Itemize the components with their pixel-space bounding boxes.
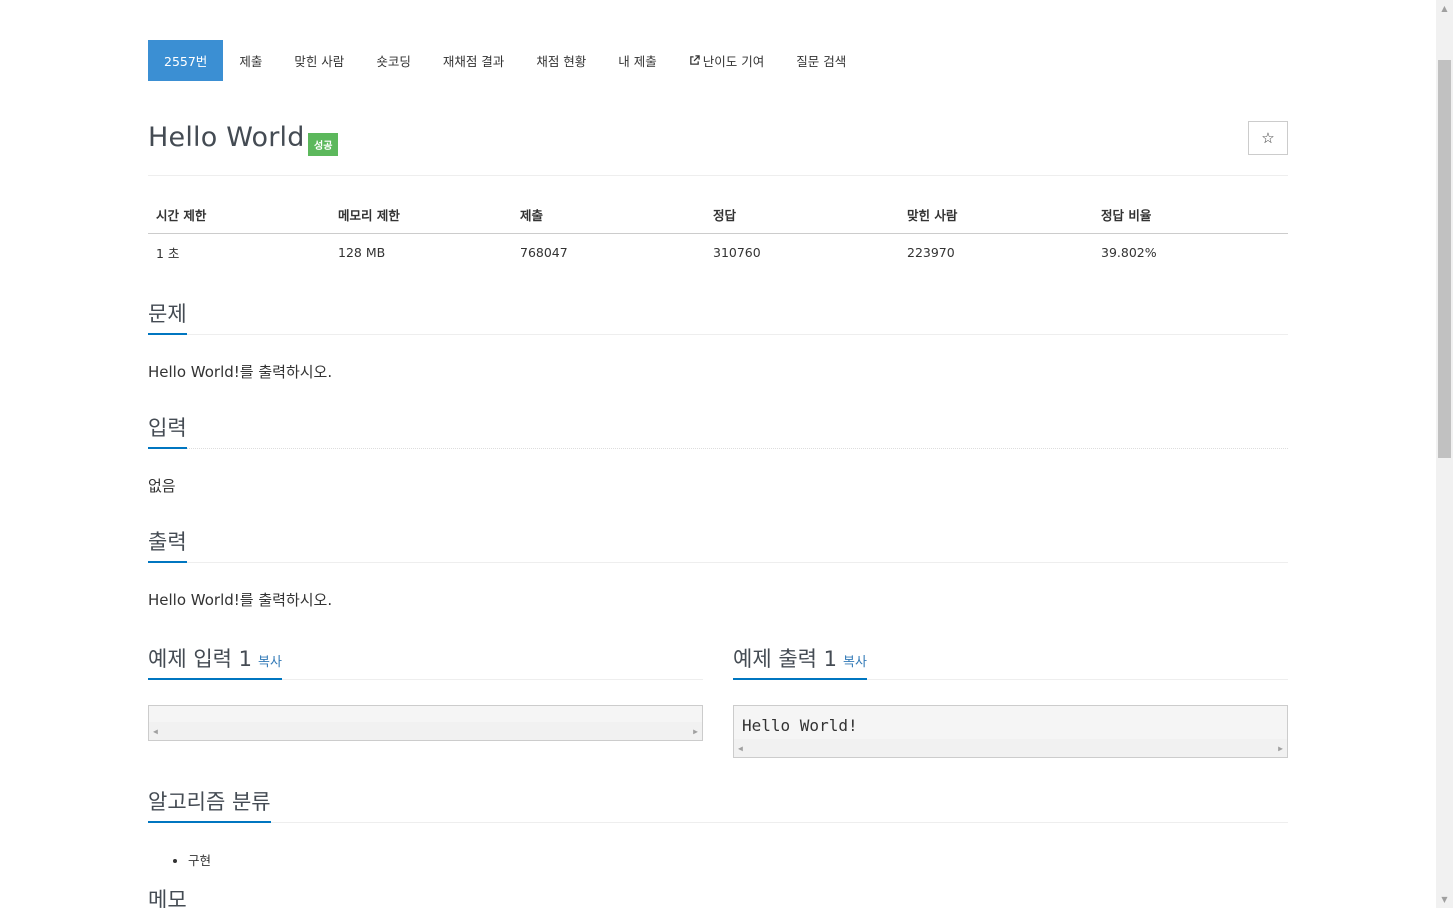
memo-section: 메모 <box>148 890 1288 908</box>
sample-output-code: Hello World! <box>742 716 858 735</box>
tag-label: 구현 <box>188 853 212 868</box>
problem-title-row: Hello World 성공 ☆ <box>148 120 1288 176</box>
star-icon: ☆ <box>1261 129 1275 147</box>
output-description-text: Hello World!를 출력하시오. <box>148 591 333 609</box>
time-limit-value: 1 초 <box>156 246 180 261</box>
tab-label: 내 제출 <box>618 54 657 69</box>
scroll-left-icon[interactable]: ◀ <box>153 727 158 736</box>
submissions-value: 768047 <box>520 245 568 260</box>
scroll-left-icon[interactable]: ◀ <box>738 744 743 753</box>
sample-input-box[interactable]: ◀ ▶ <box>148 705 703 741</box>
header-solved-users: 맞힌 사람 <box>899 196 1093 234</box>
tab-submit[interactable]: 제출 <box>223 40 278 81</box>
scrollbar-thumb[interactable] <box>1438 60 1451 458</box>
input-section: 입력 없음 <box>148 411 1288 496</box>
table-row: 1 초 128 MB 768047 310760 223970 39.802% <box>148 234 1288 272</box>
header-accept-ratio: 정답 비율 <box>1093 196 1288 234</box>
copy-sample-output-button[interactable]: 복사 <box>843 655 867 670</box>
section-title: 문제 <box>148 304 187 335</box>
problem-description-text: Hello World!를 출력하시오. <box>148 363 333 381</box>
tab-label: 재채점 결과 <box>442 54 505 69</box>
copy-sample-input-button[interactable]: 복사 <box>258 655 282 670</box>
problem-info-table: 시간 제한 메모리 제한 제출 정답 맞힌 사람 정답 비율 1 초 128 M… <box>148 196 1288 271</box>
sample-input-title: 예제 입력 1 <box>148 647 252 671</box>
input-description-text: 없음 <box>148 477 176 495</box>
tab-label: 숏코딩 <box>376 54 411 69</box>
external-link-icon <box>689 55 700 66</box>
sample-input-section: 예제 입력 1 복사 ◀ ▶ <box>148 642 703 741</box>
tab-judge-status[interactable]: 채점 현황 <box>520 40 602 81</box>
header-time-limit: 시간 제한 <box>148 196 330 234</box>
solved-users-value: 223970 <box>907 245 955 260</box>
tab-rejudge-results[interactable]: 재채점 결과 <box>427 40 520 81</box>
memory-limit-value: 128 MB <box>338 245 386 260</box>
problem-description-section: 문제 Hello World!를 출력하시오. <box>148 297 1288 382</box>
tab-label: 채점 현황 <box>536 54 587 69</box>
tab-difficulty-contribution[interactable]: 난이도 기여 <box>673 40 780 81</box>
section-header: 예제 입력 1 복사 <box>148 642 703 680</box>
tab-label: 제출 <box>239 54 263 69</box>
tab-label: 질문 검색 <box>796 54 847 69</box>
status-badge: 성공 <box>308 133 339 156</box>
output-section: 출력 Hello World!를 출력하시오. <box>148 525 1288 610</box>
section-header: 알고리즘 분류 <box>148 785 1288 823</box>
scroll-right-icon[interactable]: ▶ <box>1278 744 1283 753</box>
header-memory-limit: 메모리 제한 <box>330 196 512 234</box>
tab-label: 맞힌 사람 <box>294 54 345 69</box>
header-accepted: 정답 <box>705 196 899 234</box>
sample-output-box[interactable]: Hello World! ◀ ▶ <box>733 705 1288 758</box>
scroll-up-icon[interactable]: ▲ <box>1436 0 1453 17</box>
section-title: 출력 <box>148 532 187 563</box>
horizontal-scrollbar[interactable]: ◀ ▶ <box>149 722 702 740</box>
section-title: 예제 출력 1 복사 <box>733 649 867 680</box>
problem-title: Hello World <box>148 122 305 153</box>
section-title: 입력 <box>148 418 187 449</box>
header-submissions: 제출 <box>512 196 705 234</box>
section-title: 예제 입력 1 복사 <box>148 649 282 680</box>
section-header: 문제 <box>148 297 1288 335</box>
accepted-value: 310760 <box>713 245 761 260</box>
page-scrollbar[interactable]: ▲ ▼ <box>1436 0 1453 908</box>
section-header: 입력 <box>148 411 1288 449</box>
sample-output-section: 예제 출력 1 복사 Hello World! ◀ ▶ <box>733 642 1288 758</box>
tab-label: 난이도 기여 <box>702 54 765 69</box>
tab-label: 2557번 <box>164 54 208 69</box>
tab-question-search[interactable]: 질문 검색 <box>780 40 862 81</box>
tab-my-submissions[interactable]: 내 제출 <box>602 40 672 81</box>
section-title: 알고리즘 분류 <box>148 792 271 823</box>
accept-ratio-value: 39.802% <box>1101 245 1157 260</box>
section-title: 메모 <box>148 888 187 908</box>
scroll-right-icon[interactable]: ▶ <box>693 727 698 736</box>
scroll-down-icon[interactable]: ▼ <box>1436 891 1453 908</box>
sample-input-code <box>149 706 702 722</box>
sample-output-title: 예제 출력 1 <box>733 647 837 671</box>
problem-menu-tabs: 2557번 제출 맞힌 사람 숏코딩 재채점 결과 채점 현황 내 제출 난이도… <box>148 40 862 81</box>
table-header-row: 시간 제한 메모리 제한 제출 정답 맞힌 사람 정답 비율 <box>148 196 1288 234</box>
favorite-star-button[interactable]: ☆ <box>1248 121 1288 155</box>
algorithm-tags-section: 알고리즘 분류 구현 <box>148 785 1288 869</box>
horizontal-scrollbar[interactable]: ◀ ▶ <box>734 739 1287 757</box>
tag-item[interactable]: 구현 <box>188 850 1288 869</box>
tab-short-coding[interactable]: 숏코딩 <box>360 40 427 81</box>
tab-problem-number[interactable]: 2557번 <box>148 40 224 81</box>
tag-list: 구현 <box>148 850 1288 869</box>
tab-solved-users[interactable]: 맞힌 사람 <box>278 40 360 81</box>
section-header: 출력 <box>148 525 1288 563</box>
section-header: 예제 출력 1 복사 <box>733 642 1288 680</box>
